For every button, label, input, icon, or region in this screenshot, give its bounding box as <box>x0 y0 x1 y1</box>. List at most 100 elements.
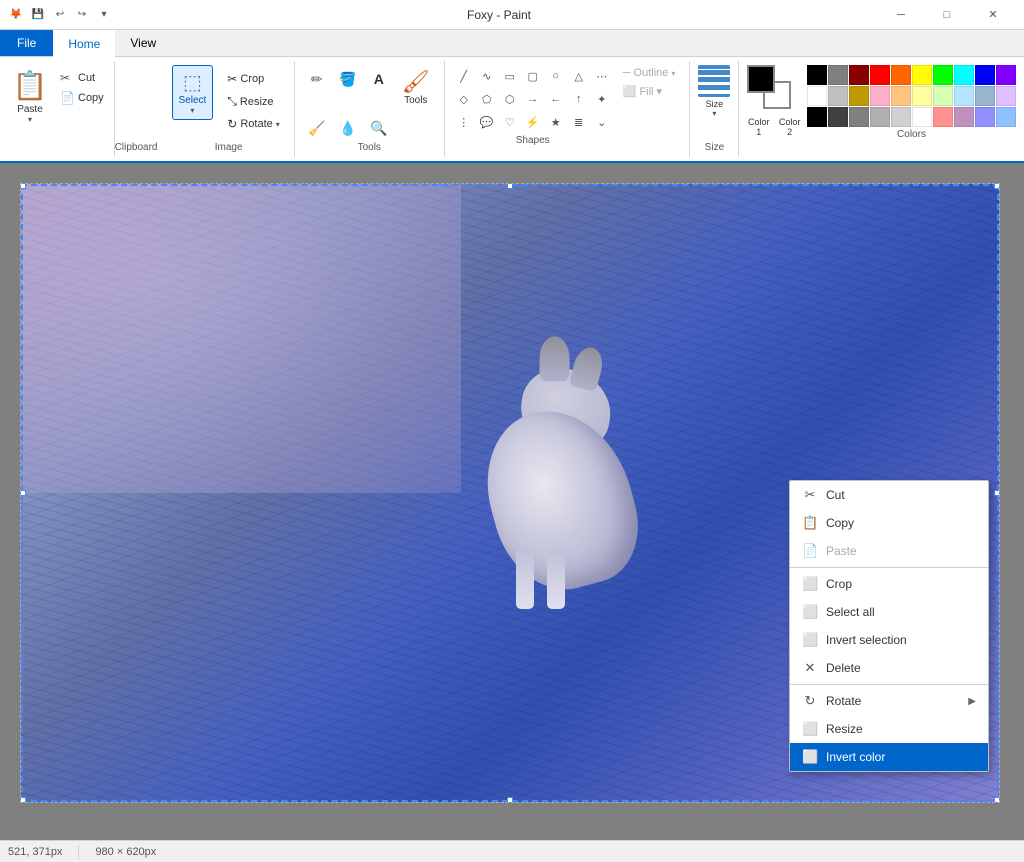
canvas-area[interactable]: ✂Cut📋Copy📄Paste⬜Crop⬜Select all⬜Invert s… <box>0 163 1024 840</box>
menu-tab-home[interactable]: Home <box>53 30 115 57</box>
cut-button[interactable]: ✂ Cut <box>56 69 108 87</box>
shape-rect[interactable]: ▭ <box>499 65 521 87</box>
shape-pentagon[interactable]: ⬠ <box>476 88 498 110</box>
palette-swatch-1[interactable] <box>828 65 848 85</box>
paste-button[interactable]: 📋 Paste ▾ <box>6 65 54 128</box>
shape-rounded-rect[interactable]: ▢ <box>522 65 544 87</box>
paste-dropdown-arrow[interactable]: ▾ <box>28 115 32 124</box>
picker-tool[interactable]: 💧 <box>334 114 362 142</box>
palette-swatch-5[interactable] <box>912 65 932 85</box>
palette-swatch-11[interactable] <box>828 86 848 106</box>
save-icon[interactable]: 💾 <box>30 7 46 23</box>
palette-swatch-7[interactable] <box>954 65 974 85</box>
shape-ellipse[interactable]: ○ <box>545 65 567 87</box>
menu-tab-file[interactable]: File <box>0 30 53 56</box>
shape-more2[interactable]: ⋮ <box>453 111 475 133</box>
palette-swatch-27[interactable] <box>954 107 974 127</box>
context-menu-item-invert-color[interactable]: ⬜Invert color <box>790 743 988 771</box>
window-controls[interactable]: ─ □ ✕ <box>878 0 1016 30</box>
shape-hexagon[interactable]: ⬡ <box>499 88 521 110</box>
palette-swatch-2[interactable] <box>849 65 869 85</box>
shape-callout[interactable]: 💬 <box>476 111 498 133</box>
undo-icon[interactable]: ↩ <box>52 7 68 23</box>
context-menu-item-copy[interactable]: 📋Copy <box>790 509 988 537</box>
shape-left-arrow[interactable]: ← <box>545 88 567 110</box>
shape-scroll-down[interactable]: ⌄ <box>591 111 613 133</box>
palette-swatch-8[interactable] <box>975 65 995 85</box>
context-menu-item-select-all[interactable]: ⬜Select all <box>790 598 988 626</box>
palette-swatch-9[interactable] <box>996 65 1016 85</box>
shape-more[interactable]: ⋯ <box>591 65 613 87</box>
color2-button[interactable]: Color 2 <box>778 115 801 137</box>
resize-button[interactable]: ⤡ Resize <box>221 91 286 112</box>
shape-curve[interactable]: ∿ <box>476 65 498 87</box>
context-menu-item-cut[interactable]: ✂Cut <box>790 481 988 509</box>
context-menu-item-delete[interactable]: ✕Delete <box>790 654 988 682</box>
size-line-thicker[interactable] <box>694 90 734 94</box>
select-arrow[interactable]: ▾ <box>190 106 194 115</box>
shape-right-arrow[interactable]: → <box>522 88 544 110</box>
eraser-tool[interactable]: 🧹 <box>303 114 331 142</box>
palette-swatch-10[interactable] <box>807 86 827 106</box>
title-bar-quick-access[interactable]: 🦊 💾 ↩ ↪ ▾ <box>8 7 112 23</box>
context-menu-item-rotate[interactable]: ↻Rotate▶ <box>790 687 988 715</box>
palette-swatch-23[interactable] <box>870 107 890 127</box>
shape-lightning[interactable]: ⚡ <box>522 111 544 133</box>
canvas-image[interactable]: ✂Cut📋Copy📄Paste⬜Crop⬜Select all⬜Invert s… <box>20 183 1000 803</box>
select-button[interactable]: ⬚ Select ▾ <box>172 65 214 120</box>
size-line-thick[interactable] <box>694 82 734 85</box>
fill-button[interactable]: ⬜ Fill ▾ <box>617 83 682 100</box>
shape-line[interactable]: ╱ <box>453 65 475 87</box>
palette-swatch-28[interactable] <box>975 107 995 127</box>
palette-swatch-25[interactable] <box>912 107 932 127</box>
minimize-button[interactable]: ─ <box>878 0 924 30</box>
rotate-arrow[interactable]: ▾ <box>276 120 280 129</box>
palette-swatch-16[interactable] <box>933 86 953 106</box>
shape-star4[interactable]: ✦ <box>591 88 613 110</box>
shape-star[interactable]: ★ <box>545 111 567 133</box>
palette-swatch-13[interactable] <box>870 86 890 106</box>
palette-swatch-21[interactable] <box>828 107 848 127</box>
shape-heart[interactable]: ♡ <box>499 111 521 133</box>
close-button[interactable]: ✕ <box>970 0 1016 30</box>
text-tool[interactable]: A <box>365 65 393 93</box>
magnify-tool[interactable]: 🔍 <box>365 114 393 142</box>
palette-swatch-14[interactable] <box>891 86 911 106</box>
shape-triangle[interactable]: △ <box>568 65 590 87</box>
context-menu-item-resize[interactable]: ⬜Resize <box>790 715 988 743</box>
menu-tab-view[interactable]: View <box>115 30 171 56</box>
palette-swatch-19[interactable] <box>996 86 1016 106</box>
fill-tool[interactable]: 🪣 <box>334 65 362 93</box>
palette-swatch-4[interactable] <box>891 65 911 85</box>
palette-swatch-18[interactable] <box>975 86 995 106</box>
size-arrow[interactable]: ▾ <box>712 109 716 118</box>
shape-diamond[interactable]: ◇ <box>453 88 475 110</box>
context-menu-item-crop[interactable]: ⬜Crop <box>790 570 988 598</box>
copy-button[interactable]: 📄 Copy <box>56 89 108 107</box>
palette-swatch-6[interactable] <box>933 65 953 85</box>
context-menu-item-invert-selection[interactable]: ⬜Invert selection <box>790 626 988 654</box>
outline-arrow[interactable]: ▾ <box>671 69 675 78</box>
color1-swatch[interactable] <box>747 65 775 93</box>
palette-swatch-3[interactable] <box>870 65 890 85</box>
palette-swatch-15[interactable] <box>912 86 932 106</box>
palette-swatch-26[interactable] <box>933 107 953 127</box>
redo-icon[interactable]: ↪ <box>74 7 90 23</box>
brushes-button[interactable]: 🖌 Tools <box>396 65 436 110</box>
more-icon[interactable]: ▾ <box>96 7 112 23</box>
color1-button[interactable]: Color 1 <box>747 115 770 137</box>
palette-swatch-17[interactable] <box>954 86 974 106</box>
rotate-button[interactable]: ↻ Rotate ▾ <box>221 114 286 134</box>
size-line-medium[interactable] <box>694 75 734 77</box>
size-line-thin[interactable] <box>694 69 734 70</box>
outline-button[interactable]: ─ Outline ▾ <box>617 65 682 81</box>
palette-swatch-0[interactable] <box>807 65 827 85</box>
palette-swatch-22[interactable] <box>849 107 869 127</box>
palette-swatch-20[interactable] <box>807 107 827 127</box>
shape-up-arrow[interactable]: ↑ <box>568 88 590 110</box>
maximize-button[interactable]: □ <box>924 0 970 30</box>
shape-scroll[interactable]: ≣ <box>568 111 590 133</box>
palette-swatch-29[interactable] <box>996 107 1016 127</box>
crop-button[interactable]: ✂ Crop <box>221 69 286 89</box>
pencil-tool[interactable]: ✏ <box>303 65 331 93</box>
